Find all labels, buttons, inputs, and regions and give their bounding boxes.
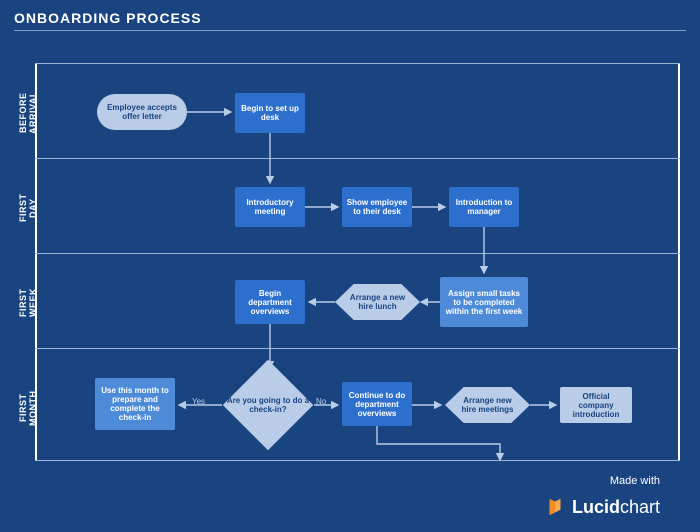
- footer-made-with: Made with: [610, 475, 660, 487]
- lane-divider: [35, 63, 680, 64]
- lane-label-before: BEFORE ARRIVAL: [18, 78, 32, 148]
- lucidchart-logo: Lucidchart: [544, 496, 660, 518]
- edge-label-no: No: [316, 397, 326, 406]
- lucidchart-icon: [544, 496, 566, 518]
- node-checkin-decision-text: Are you going to do a check-in?: [225, 384, 311, 426]
- node-show-desk: Show employee to their desk: [342, 187, 412, 227]
- title-underline: [14, 30, 686, 31]
- node-prepare-checkin: Use this month to prepare and complete t…: [95, 378, 175, 430]
- node-intro-manager: Introduction to manager: [449, 187, 519, 227]
- lane-label-week: FIRST WEEK: [18, 275, 32, 330]
- lane-divider: [35, 253, 680, 254]
- edge-label-yes: Yes: [192, 397, 205, 406]
- node-assign-tasks: Assign small tasks to be completed withi…: [440, 277, 528, 327]
- node-setup-desk: Begin to set up desk: [235, 93, 305, 133]
- node-intro-meeting: Introductory meeting: [235, 187, 305, 227]
- lane-divider: [35, 158, 680, 159]
- lucidchart-text: Lucidchart: [572, 497, 660, 518]
- lane-label-day: FIRST DAY: [18, 183, 32, 233]
- lane-divider: [35, 460, 680, 461]
- node-hire-lunch: Arrange a new hire lunch: [335, 284, 420, 320]
- node-dept-overviews: Begin department overviews: [235, 280, 305, 324]
- node-accept-offer: Employee accepts offer letter: [97, 94, 187, 130]
- flow-arrows: [0, 0, 700, 532]
- node-hire-meetings: Arrange new hire meetings: [445, 387, 530, 423]
- lane-label-month: FIRST MONTH: [18, 378, 32, 438]
- swimlane-right-border: [678, 63, 680, 460]
- node-continue-dept: Continue to do department overviews: [342, 382, 412, 426]
- page-title: ONBOARDING PROCESS: [14, 10, 202, 26]
- node-company-intro: Official company introduction: [560, 387, 632, 423]
- lane-divider: [35, 348, 680, 349]
